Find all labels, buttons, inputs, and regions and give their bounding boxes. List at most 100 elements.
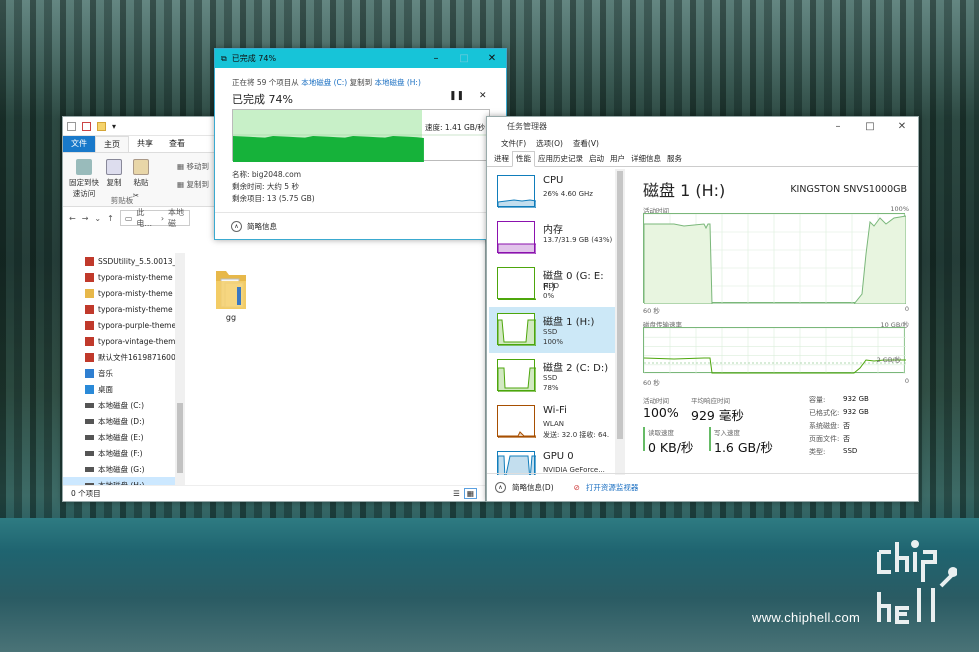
tab-details[interactable]: 详细信息 — [628, 152, 664, 166]
nav-item[interactable]: 本地磁盘 (G:) — [63, 461, 184, 477]
resource-monitor-icon: ⊘ — [573, 483, 580, 492]
resource-name: 内存 — [543, 225, 563, 236]
active-axis-0: 0 — [904, 305, 909, 313]
move-to-button[interactable]: ▦ 移动到 — [177, 161, 209, 172]
address-bar[interactable]: ▭ 此电... › 本地磁 — [119, 207, 190, 229]
dialog-title: 已完成 74% — [231, 54, 277, 63]
cancel-copy-button[interactable]: ✕ — [479, 91, 487, 101]
maximize-icon[interactable]: □ — [854, 121, 886, 132]
system-disk-label: 系统磁盘: — [809, 422, 840, 430]
large-icons-view-icon[interactable]: ▦ — [463, 488, 477, 499]
menu-file[interactable]: 文件(F) — [501, 138, 526, 149]
nav-item[interactable]: typora-purple-theme — [63, 317, 184, 333]
tab-users[interactable]: 用户 — [607, 152, 628, 166]
forward-icon[interactable]: → — [82, 214, 89, 223]
folder-item[interactable]: gg — [211, 265, 251, 322]
chevron-right-icon: › — [160, 213, 165, 223]
resource-scrollbar[interactable] — [615, 169, 625, 475]
pin-quick-access-button[interactable]: 固定到快 速访问 — [67, 159, 101, 199]
destination-link[interactable]: 本地磁盘 (H:) — [374, 78, 420, 87]
tab-file[interactable]: 文件 — [63, 136, 95, 152]
resource-item[interactable]: 磁盘 2 (C: D:) SSD 78% — [489, 353, 615, 399]
disk-detail-panel: 磁盘 1 (H:) KINGSTON SNVS1000GB 活动时间 100% … — [633, 169, 915, 475]
resource-item[interactable]: CPU 26% 4.60 GHz — [489, 169, 615, 215]
breadcrumb-drive[interactable]: 本地磁 — [168, 207, 189, 229]
tab-app-history[interactable]: 应用历史记录 — [535, 152, 586, 166]
resource-s1: WLAN — [543, 420, 565, 428]
nav-item[interactable]: SSDUtility_5.5.0013_ — [63, 253, 184, 269]
pc-icon: ▭ — [124, 213, 133, 223]
menu-options[interactable]: 选项(O) — [536, 138, 563, 149]
resource-item[interactable]: 内存 13.7/31.9 GB (43%) — [489, 215, 615, 261]
chevron-up-icon[interactable]: ∧ — [495, 482, 506, 493]
source-link[interactable]: 本地磁盘 (C:) — [301, 78, 347, 87]
zip-icon — [85, 336, 94, 346]
nav-item[interactable]: 本地磁盘 (E:) — [63, 429, 184, 445]
chiphell-logo — [877, 540, 957, 624]
resource-thumbnail-curve — [497, 199, 537, 209]
nav-item[interactable]: typora-misty-theme — [63, 269, 184, 285]
tab-view[interactable]: 查看 — [161, 136, 193, 152]
nav-scrollbar[interactable] — [175, 253, 185, 485]
open-resource-monitor-link[interactable]: 打开资源监视器 — [586, 482, 639, 493]
write-speed-value: 1.6 GB/秒 — [714, 440, 773, 455]
nav-item[interactable]: typora-misty-theme — [63, 285, 184, 301]
resource-item[interactable]: 磁盘 0 (G: E: F:) HDD 0% — [489, 261, 615, 307]
nav-scrollbar-thumb[interactable] — [177, 403, 183, 473]
tab-services[interactable]: 服务 — [664, 152, 685, 166]
paste-button[interactable]: 粘贴 — [129, 159, 153, 188]
nav-item[interactable]: typora-misty-theme — [63, 301, 184, 317]
remaining-items: 剩余项目: 13 (5.75 GB) — [232, 194, 315, 203]
read-speed-marker — [643, 427, 645, 451]
less-info-toggle[interactable]: ∧ 简略信息 — [215, 212, 506, 239]
tab-startup[interactable]: 启动 — [586, 152, 607, 166]
nav-item[interactable]: typora-vintage-theme — [63, 333, 184, 349]
nav-item[interactable]: 默认文件1619871600 — [63, 349, 184, 365]
properties-icon[interactable] — [82, 121, 91, 131]
minimize-icon[interactable]: – — [822, 121, 854, 132]
nav-item[interactable]: 桌面 — [63, 381, 184, 397]
taskmgr-titlebar: 任务管理器 – □ ✕ — [487, 117, 918, 136]
copy-to-button[interactable]: ▦ 复制到 — [177, 179, 209, 190]
pause-button[interactable]: ❚❚ — [449, 91, 464, 101]
nav-item[interactable]: 音乐 — [63, 365, 184, 381]
tab-processes[interactable]: 进程 — [491, 152, 512, 166]
nav-item[interactable]: 本地磁盘 (D:) — [63, 413, 184, 429]
menu-bar: 文件(F) 选项(O) 查看(V) — [487, 136, 918, 151]
resource-item[interactable]: 磁盘 1 (H:) SSD 100% — [489, 307, 615, 353]
copy-description: 正在将 59 个项目从 本地磁盘 (C:) 复制到 本地磁盘 (H:) — [232, 78, 421, 87]
recent-icon[interactable]: ⌄ — [94, 214, 101, 223]
nav-item[interactable]: 本地磁盘 (C:) — [63, 397, 184, 413]
background-lake — [0, 518, 979, 652]
menu-view[interactable]: 查看(V) — [573, 138, 599, 149]
new-folder-icon[interactable] — [97, 121, 106, 131]
close-icon[interactable]: ✕ — [886, 121, 918, 132]
resource-s2: 发送: 32.0 接收: 64. — [543, 431, 610, 439]
tab-performance[interactable]: 性能 — [512, 151, 535, 167]
resource-item[interactable]: Wi-Fi WLAN 发送: 32.0 接收: 64. — [489, 399, 615, 445]
minimize-icon[interactable]: – — [422, 53, 450, 64]
breadcrumb-pc[interactable]: 此电... — [136, 207, 156, 229]
quick-access-icon[interactable] — [67, 121, 76, 131]
up-icon[interactable]: ↑ — [107, 214, 114, 223]
resource-list: CPU 26% 4.60 GHz 内存 13.7/31.9 GB (43%) 磁盘 0 … — [489, 169, 627, 475]
nav-item[interactable]: 本地磁盘 (F:) — [63, 445, 184, 461]
copy-button[interactable]: 复制 — [103, 159, 125, 188]
details-view-icon[interactable]: ☰ — [453, 489, 460, 498]
fewer-details-link[interactable]: 简略信息(D) — [512, 482, 554, 493]
capacity-label: 容量: — [809, 396, 826, 404]
tab-share[interactable]: 共享 — [129, 136, 161, 152]
customize-toolbar-icon[interactable]: ▾ — [112, 122, 116, 131]
formatted-value: 932 GB — [843, 408, 869, 416]
resource-name: Wi-Fi — [543, 405, 567, 416]
back-icon[interactable]: ← — [69, 214, 76, 223]
copy-progress-dialog: ⧉ 已完成 74% – □ ✕ 正在将 59 个项目从 本地磁盘 (C:) 复制到 … — [214, 48, 507, 240]
close-icon[interactable]: ✕ — [478, 53, 506, 64]
type-value: SSD — [843, 447, 858, 455]
resource-item[interactable]: GPU 0NVIDIA GeForce...96% (57 °C) — [489, 445, 615, 475]
resource-thumbnail — [497, 175, 537, 209]
active-time-max: 100% — [890, 205, 909, 213]
tab-home[interactable]: 主页 — [95, 135, 129, 153]
nav-item[interactable]: 本地磁盘 (H:) — [63, 477, 184, 485]
resource-scrollbar-thumb[interactable] — [617, 171, 623, 439]
